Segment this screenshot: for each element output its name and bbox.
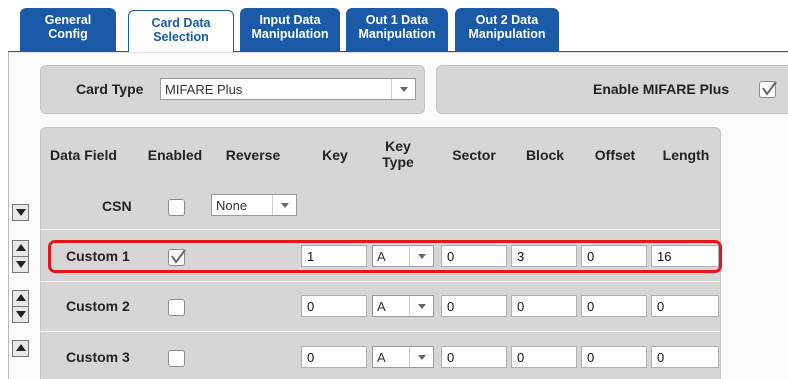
header-data-field: Data Field xyxy=(50,147,117,163)
card-type-value: MIFARE Plus xyxy=(165,82,243,97)
header-key-type: Key Type xyxy=(372,138,424,170)
checkmark-icon xyxy=(762,81,777,96)
custom2-sector-input[interactable]: 0 xyxy=(441,295,507,317)
custom1-key-input[interactable]: 1 xyxy=(301,245,367,267)
custom2-enabled-checkbox[interactable] xyxy=(168,299,185,316)
header-length: Length xyxy=(662,147,710,163)
custom1-move-down-button[interactable] xyxy=(12,256,29,273)
row-divider xyxy=(40,229,720,230)
custom2-label: Custom 2 xyxy=(66,298,130,314)
card-type-select[interactable]: MIFARE Plus xyxy=(160,78,416,100)
custom3-move-up-button[interactable] xyxy=(12,340,29,357)
custom2-block-input[interactable]: 0 xyxy=(511,295,577,317)
custom3-length-input[interactable]: 0 xyxy=(651,346,719,368)
tab-label-line1: Input Data xyxy=(259,13,321,27)
arrow-down-icon xyxy=(16,209,26,216)
custom3-offset-input[interactable]: 0 xyxy=(581,346,647,368)
tab-input-data-manipulation[interactable]: Input Data Manipulation xyxy=(240,8,340,52)
custom3-key-input[interactable]: 0 xyxy=(301,346,367,368)
custom3-block-input[interactable]: 0 xyxy=(511,346,577,368)
chevron-down-icon xyxy=(409,246,433,266)
custom2-move-up-button[interactable] xyxy=(12,290,29,307)
arrow-down-icon xyxy=(16,261,26,268)
row-divider xyxy=(40,281,720,282)
checkmark-icon xyxy=(171,249,186,264)
custom2-key-type-value: A xyxy=(377,299,386,314)
custom1-key-type-value: A xyxy=(377,249,386,264)
tab-label-line2: Manipulation xyxy=(358,27,436,41)
tab-bar: General Config Card Data Selection Input… xyxy=(0,0,788,52)
tab-general-config[interactable]: General Config xyxy=(20,8,116,52)
custom1-sector-input[interactable]: 0 xyxy=(441,245,507,267)
header-offset: Offset xyxy=(594,147,636,163)
arrow-up-icon xyxy=(16,294,26,301)
custom2-key-input[interactable]: 0 xyxy=(301,295,367,317)
custom2-offset-input[interactable]: 0 xyxy=(581,295,647,317)
tab-card-data-selection[interactable]: Card Data Selection xyxy=(128,10,234,52)
custom1-move-up-button[interactable] xyxy=(12,240,29,257)
arrow-down-icon xyxy=(16,311,26,318)
custom3-label: Custom 3 xyxy=(66,349,130,365)
arrow-up-icon xyxy=(16,344,26,351)
custom1-label: Custom 1 xyxy=(66,248,130,264)
header-key-type-line1: Key xyxy=(385,138,411,154)
chevron-down-icon xyxy=(409,296,433,316)
tab-out1-data-manipulation[interactable]: Out 1 Data Manipulation xyxy=(346,8,448,52)
custom3-key-type-select[interactable]: A xyxy=(372,346,434,368)
header-key-type-line2: Type xyxy=(382,154,414,170)
csn-enabled-checkbox[interactable] xyxy=(168,199,185,216)
csn-reverse-select[interactable]: None xyxy=(211,194,297,216)
custom3-key-type-value: A xyxy=(377,350,386,365)
custom1-length-input[interactable]: 16 xyxy=(651,245,719,267)
header-reverse: Reverse xyxy=(225,147,281,163)
header-block: Block xyxy=(525,147,565,163)
tab-label-line2: Selection xyxy=(153,30,209,44)
custom1-key-type-select[interactable]: A xyxy=(372,245,434,267)
enable-mifare-plus-label: Enable MIFARE Plus xyxy=(593,81,730,97)
arrow-up-icon xyxy=(16,244,26,251)
custom1-offset-input[interactable]: 0 xyxy=(581,245,647,267)
custom3-sector-input[interactable]: 0 xyxy=(441,346,507,368)
header-key: Key xyxy=(322,147,348,163)
chevron-down-icon xyxy=(409,347,433,367)
csn-label: CSN xyxy=(102,198,132,214)
row-divider xyxy=(40,331,720,332)
tab-label-line1: Out 1 Data xyxy=(365,13,429,27)
tab-label-line2: Manipulation xyxy=(468,27,546,41)
card-type-label: Card Type xyxy=(76,81,144,97)
chevron-down-icon xyxy=(391,79,415,99)
tab-label-line2: Manipulation xyxy=(251,27,329,41)
custom2-length-input[interactable]: 0 xyxy=(651,295,719,317)
csn-move-down-button[interactable] xyxy=(12,204,29,221)
tab-label-line2: Config xyxy=(48,27,88,41)
enable-mifare-plus-checkbox[interactable] xyxy=(759,81,777,98)
custom1-enabled-checkbox[interactable] xyxy=(168,249,186,266)
tab-label-line1: Card Data xyxy=(151,16,211,30)
tab-out2-data-manipulation[interactable]: Out 2 Data Manipulation xyxy=(455,8,559,52)
csn-reverse-value: None xyxy=(216,198,248,213)
custom2-move-down-button[interactable] xyxy=(12,306,29,323)
custom2-key-type-select[interactable]: A xyxy=(372,295,434,317)
tab-label-line1: Out 2 Data xyxy=(475,13,539,27)
tab-label-line1: General xyxy=(44,13,92,27)
chevron-down-icon xyxy=(272,195,296,215)
header-sector: Sector xyxy=(452,147,496,163)
custom1-block-input[interactable]: 3 xyxy=(511,245,577,267)
custom3-enabled-checkbox[interactable] xyxy=(168,350,185,367)
header-enabled: Enabled xyxy=(147,147,203,163)
